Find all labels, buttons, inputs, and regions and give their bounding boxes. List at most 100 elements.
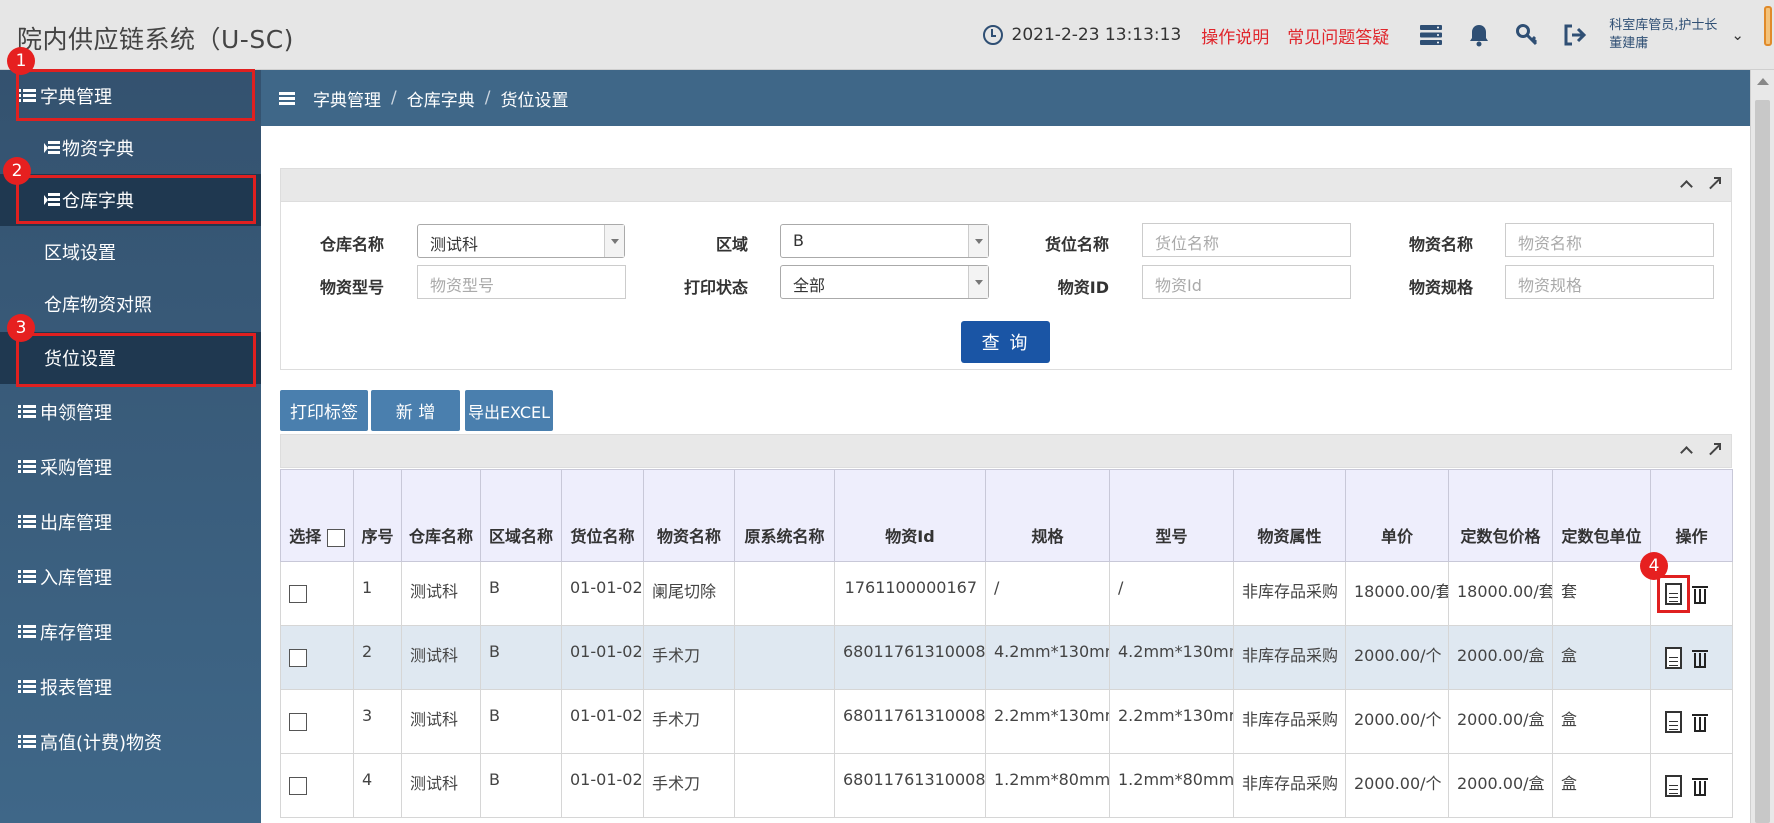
collapse-icon[interactable] bbox=[1679, 177, 1693, 191]
sidebar-item-material-dict[interactable]: 物资字典 bbox=[0, 122, 261, 174]
table-row: 1 测试科 B 01-01-02 阑尾切除 1761100000167 / / … bbox=[280, 561, 1733, 626]
row-select-cell bbox=[280, 753, 354, 818]
table-row: 2 测试科 B 01-01-02 手术刀 6801176131000835 4.… bbox=[280, 625, 1733, 690]
edit-document-icon[interactable] bbox=[1657, 574, 1690, 613]
select-all-checkbox[interactable] bbox=[326, 528, 345, 547]
cell: 套 bbox=[1552, 561, 1651, 626]
sidebar-item-reports[interactable]: 报表管理 bbox=[0, 661, 261, 713]
chevron-down-icon bbox=[604, 225, 624, 257]
sidebar-item-outbound[interactable]: 出库管理 bbox=[0, 496, 261, 548]
chevron-down-icon[interactable]: ⌄ bbox=[1731, 26, 1744, 44]
sidebar-item-label: 高值(计费)物资 bbox=[40, 733, 163, 754]
faq-link[interactable]: 常见问题答疑 bbox=[1287, 23, 1389, 48]
row-checkbox[interactable] bbox=[289, 777, 307, 796]
scrollbar[interactable] bbox=[1750, 70, 1774, 823]
row-checkbox[interactable] bbox=[289, 585, 307, 604]
cell: 非库存品采购 bbox=[1233, 561, 1346, 626]
column-header: 序号 bbox=[353, 469, 402, 562]
bell-icon[interactable] bbox=[1464, 20, 1494, 50]
print-label-button[interactable]: 打印标签 bbox=[280, 390, 368, 431]
add-button[interactable]: 新 增 bbox=[371, 390, 460, 431]
query-button[interactable]: 查 询 bbox=[961, 321, 1050, 363]
material-label: 物资名称 bbox=[1408, 235, 1473, 254]
export-excel-button[interactable]: 导出EXCEL bbox=[465, 390, 553, 431]
cell: 1 bbox=[353, 561, 402, 626]
sidebar-item-high-value[interactable]: 高值(计费)物资 bbox=[0, 716, 261, 768]
cell: 2000.00/盒 bbox=[1448, 689, 1553, 754]
sidebar-item-label: 入库管理 bbox=[40, 568, 112, 589]
area-select[interactable]: B bbox=[780, 224, 989, 258]
row-select-cell bbox=[280, 625, 354, 690]
key-icon[interactable] bbox=[1512, 20, 1542, 50]
edit-document-icon[interactable] bbox=[1665, 646, 1682, 669]
model-input[interactable]: 物资型号 bbox=[417, 265, 626, 299]
warehouse-label: 仓库名称 bbox=[319, 235, 384, 254]
breadcrumb: 字典管理 / 仓库字典 / 货位设置 bbox=[261, 70, 1750, 126]
cell: B bbox=[480, 753, 562, 818]
area-label: 区域 bbox=[715, 235, 748, 254]
sidebar-item-label: 报表管理 bbox=[40, 678, 112, 699]
sidebar-item-area-settings[interactable]: 区域设置 bbox=[0, 226, 261, 278]
delete-icon[interactable] bbox=[1692, 712, 1708, 732]
cell: 2000.00/个 bbox=[1345, 625, 1449, 690]
breadcrumb-item[interactable]: 仓库字典 bbox=[407, 86, 475, 111]
cell: 手术刀 bbox=[643, 753, 735, 818]
material-input[interactable]: 物资名称 bbox=[1505, 223, 1714, 257]
logout-icon[interactable] bbox=[1560, 20, 1590, 50]
table-panel-header bbox=[280, 434, 1732, 468]
cell: 手术刀 bbox=[643, 689, 735, 754]
cell: 盒 bbox=[1552, 689, 1651, 754]
cell bbox=[734, 689, 835, 754]
column-header: 仓库名称 bbox=[401, 469, 481, 562]
print-status-select[interactable]: 全部 bbox=[780, 265, 989, 299]
list-icon bbox=[18, 405, 36, 419]
list-icon bbox=[18, 735, 36, 749]
material-id-label: 物资ID bbox=[1057, 278, 1109, 297]
menu-toggle-icon[interactable] bbox=[279, 91, 295, 105]
cell: 测试科 bbox=[401, 625, 481, 690]
cell: 测试科 bbox=[401, 753, 481, 818]
cell bbox=[734, 625, 835, 690]
cell: 手术刀 bbox=[643, 625, 735, 690]
breadcrumb-item[interactable]: 字典管理 bbox=[313, 86, 381, 111]
sidebar-item-inbound[interactable]: 入库管理 bbox=[0, 551, 261, 603]
location-input[interactable]: 货位名称 bbox=[1142, 223, 1351, 257]
warehouse-select[interactable]: 测试科 bbox=[417, 224, 625, 258]
user-role: 科室库管员,护士长 bbox=[1609, 18, 1718, 33]
sidebar-item-requisition[interactable]: 申领管理 bbox=[0, 386, 261, 438]
edit-document-icon[interactable] bbox=[1665, 710, 1682, 733]
column-header: 定数包单位 bbox=[1552, 469, 1651, 562]
clock-icon bbox=[982, 25, 1003, 45]
area-select-value: B bbox=[793, 231, 804, 250]
sidebar-item-label: 申领管理 bbox=[40, 403, 112, 424]
highlight-box-3 bbox=[16, 333, 256, 387]
delete-icon[interactable] bbox=[1692, 776, 1708, 796]
scroll-up-icon[interactable] bbox=[1757, 78, 1769, 85]
scroll-thumb[interactable] bbox=[1755, 100, 1770, 823]
sidebar-item-warehouse-mapping[interactable]: 仓库物资对照 bbox=[0, 278, 261, 330]
ops-cell bbox=[1650, 753, 1733, 818]
user-info[interactable]: 科室库管员,护士长 董建庸 bbox=[1609, 17, 1717, 53]
chevron-down-icon bbox=[968, 266, 988, 298]
sidebar-item-purchase[interactable]: 采购管理 bbox=[0, 441, 261, 493]
help-link[interactable]: 操作说明 bbox=[1201, 23, 1269, 48]
column-header: 操作 bbox=[1650, 469, 1733, 562]
sidebar-item-inventory[interactable]: 库存管理 bbox=[0, 606, 261, 658]
expand-icon[interactable] bbox=[1707, 177, 1721, 191]
highlight-box-2 bbox=[16, 175, 256, 224]
sidebar-item-label: 库存管理 bbox=[40, 623, 112, 644]
edit-document-icon[interactable] bbox=[1665, 774, 1682, 797]
marker-3: 3 bbox=[7, 314, 35, 342]
material-id-input[interactable]: 物资Id bbox=[1142, 265, 1351, 299]
row-checkbox[interactable] bbox=[289, 713, 307, 732]
cell: 2.2mm*130mm bbox=[1109, 689, 1234, 754]
collapse-icon[interactable] bbox=[1679, 443, 1693, 457]
delete-icon[interactable] bbox=[1692, 584, 1708, 604]
breadcrumb-current: 货位设置 bbox=[500, 90, 569, 111]
row-checkbox[interactable] bbox=[289, 649, 307, 668]
delete-icon[interactable] bbox=[1692, 648, 1708, 668]
cell: 4.2mm*130mm bbox=[985, 625, 1110, 690]
server-icon[interactable] bbox=[1416, 20, 1446, 50]
expand-icon[interactable] bbox=[1707, 443, 1721, 457]
spec-input[interactable]: 物资规格 bbox=[1505, 265, 1714, 299]
